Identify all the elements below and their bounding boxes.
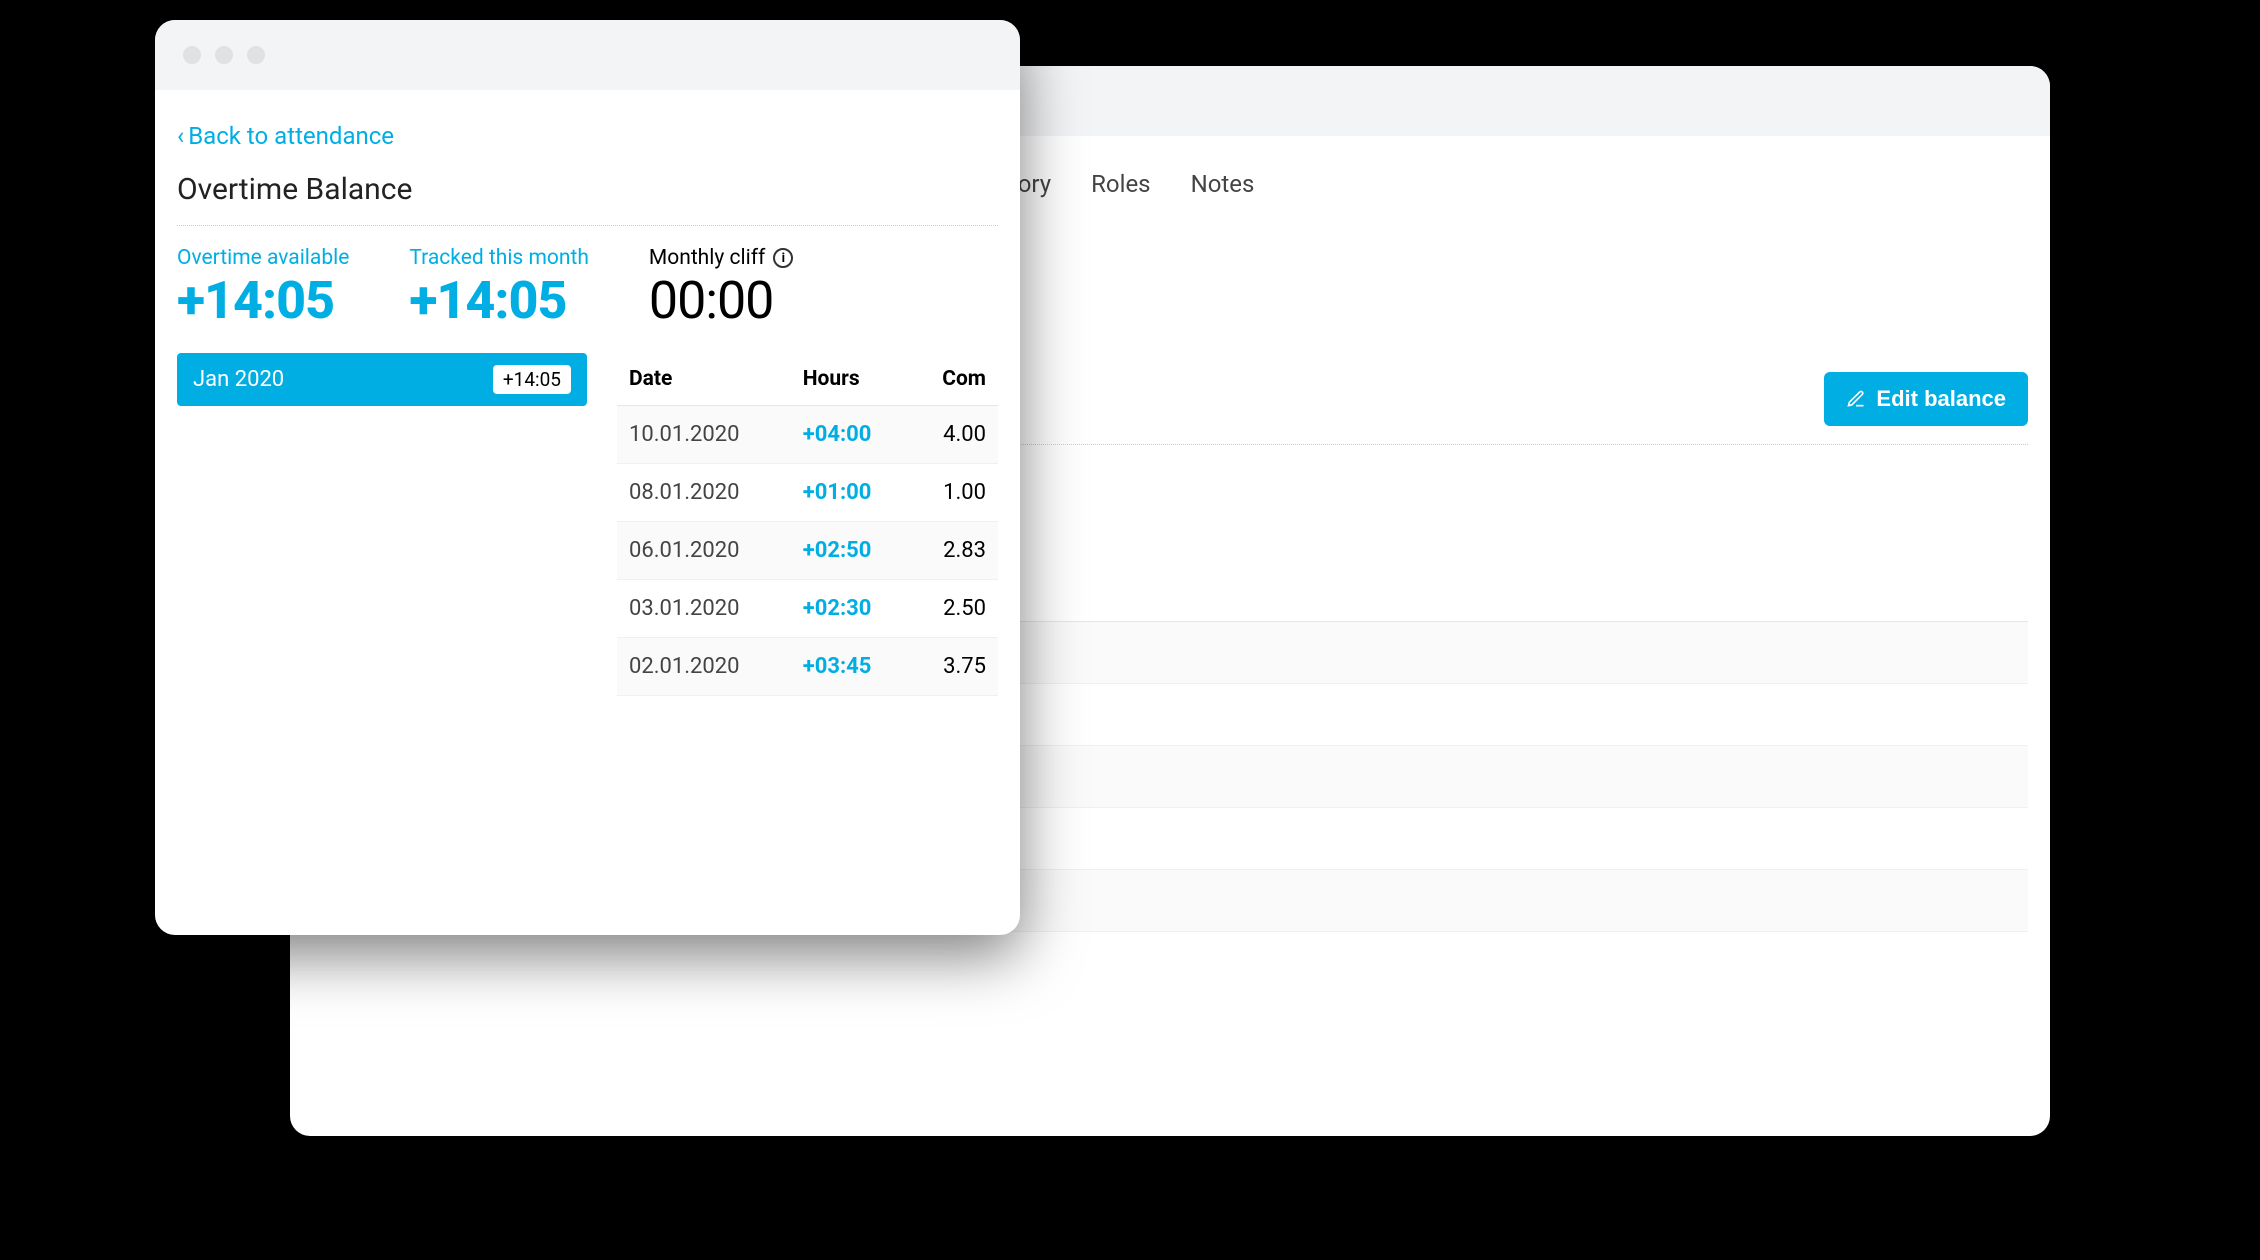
hours-cell: +04:00 [791, 406, 911, 464]
tracked-month-label: Tracked this month [409, 246, 589, 270]
date-cell: 08.01.2020 [617, 464, 791, 522]
back-link-label: Back to attendance [188, 122, 394, 150]
pencil-icon [1846, 389, 1866, 409]
info-icon[interactable]: i [773, 248, 793, 268]
tab-notes[interactable]: Notes [1191, 170, 1255, 198]
hours-cell: +02:30 [791, 580, 911, 638]
date-cell: 03.01.2020 [617, 580, 791, 638]
date-cell: 02.01.2020 [617, 638, 791, 696]
num-cell: 2.50 [910, 580, 998, 638]
edit-balance-button[interactable]: Edit balance [1824, 372, 2028, 426]
month-badge: +14:05 [493, 365, 571, 394]
hours-cell: +02:50 [791, 522, 911, 580]
date-cell: 10.01.2020 [617, 406, 791, 464]
col-date: Date [617, 353, 791, 406]
month-label: Jan 2020 [193, 367, 284, 392]
num-cell: 4.00 [910, 406, 998, 464]
table-row: 02.01.2020+03:453.75 [617, 638, 998, 696]
overtime-detail-table: Date Hours Com 10.01.2020+04:004.0008.01… [617, 353, 998, 696]
date-cell: 06.01.2020 [617, 522, 791, 580]
hours-cell: +01:00 [791, 464, 911, 522]
table-row: 06.01.2020+02:502.83 [617, 522, 998, 580]
traffic-light-dot [215, 46, 233, 64]
traffic-light-dot [247, 46, 265, 64]
table-row: 10.01.2020+04:004.00 [617, 406, 998, 464]
chevron-left-icon: ‹ [177, 122, 184, 150]
hours-cell: +03:45 [791, 638, 911, 696]
edit-balance-label: Edit balance [1876, 386, 2006, 412]
table-row: 08.01.2020+01:001.00 [617, 464, 998, 522]
titlebar [155, 20, 1020, 90]
overtime-window: ‹ Back to attendance Overtime Balance Ov… [155, 20, 1020, 935]
monthly-cliff-label: Monthly cliff [649, 246, 765, 270]
page-title: Overtime Balance [155, 172, 1020, 225]
overtime-available-label: Overtime available [177, 246, 349, 270]
tab-roles[interactable]: Roles [1091, 170, 1150, 198]
traffic-light-dot [183, 46, 201, 64]
col-com: Com [910, 353, 998, 406]
num-cell: 1.00 [910, 464, 998, 522]
back-to-attendance-link[interactable]: ‹ Back to attendance [177, 122, 394, 150]
monthly-cliff-value: 00:00 [649, 270, 793, 331]
num-cell: 2.83 [910, 522, 998, 580]
tracked-month-value: +14:05 [409, 270, 589, 331]
month-selector[interactable]: Jan 2020 +14:05 [177, 353, 587, 406]
table-row: 03.01.2020+02:302.50 [617, 580, 998, 638]
col-hours: Hours [791, 353, 911, 406]
num-cell: 3.75 [910, 638, 998, 696]
overtime-available-value: +14:05 [177, 270, 349, 331]
